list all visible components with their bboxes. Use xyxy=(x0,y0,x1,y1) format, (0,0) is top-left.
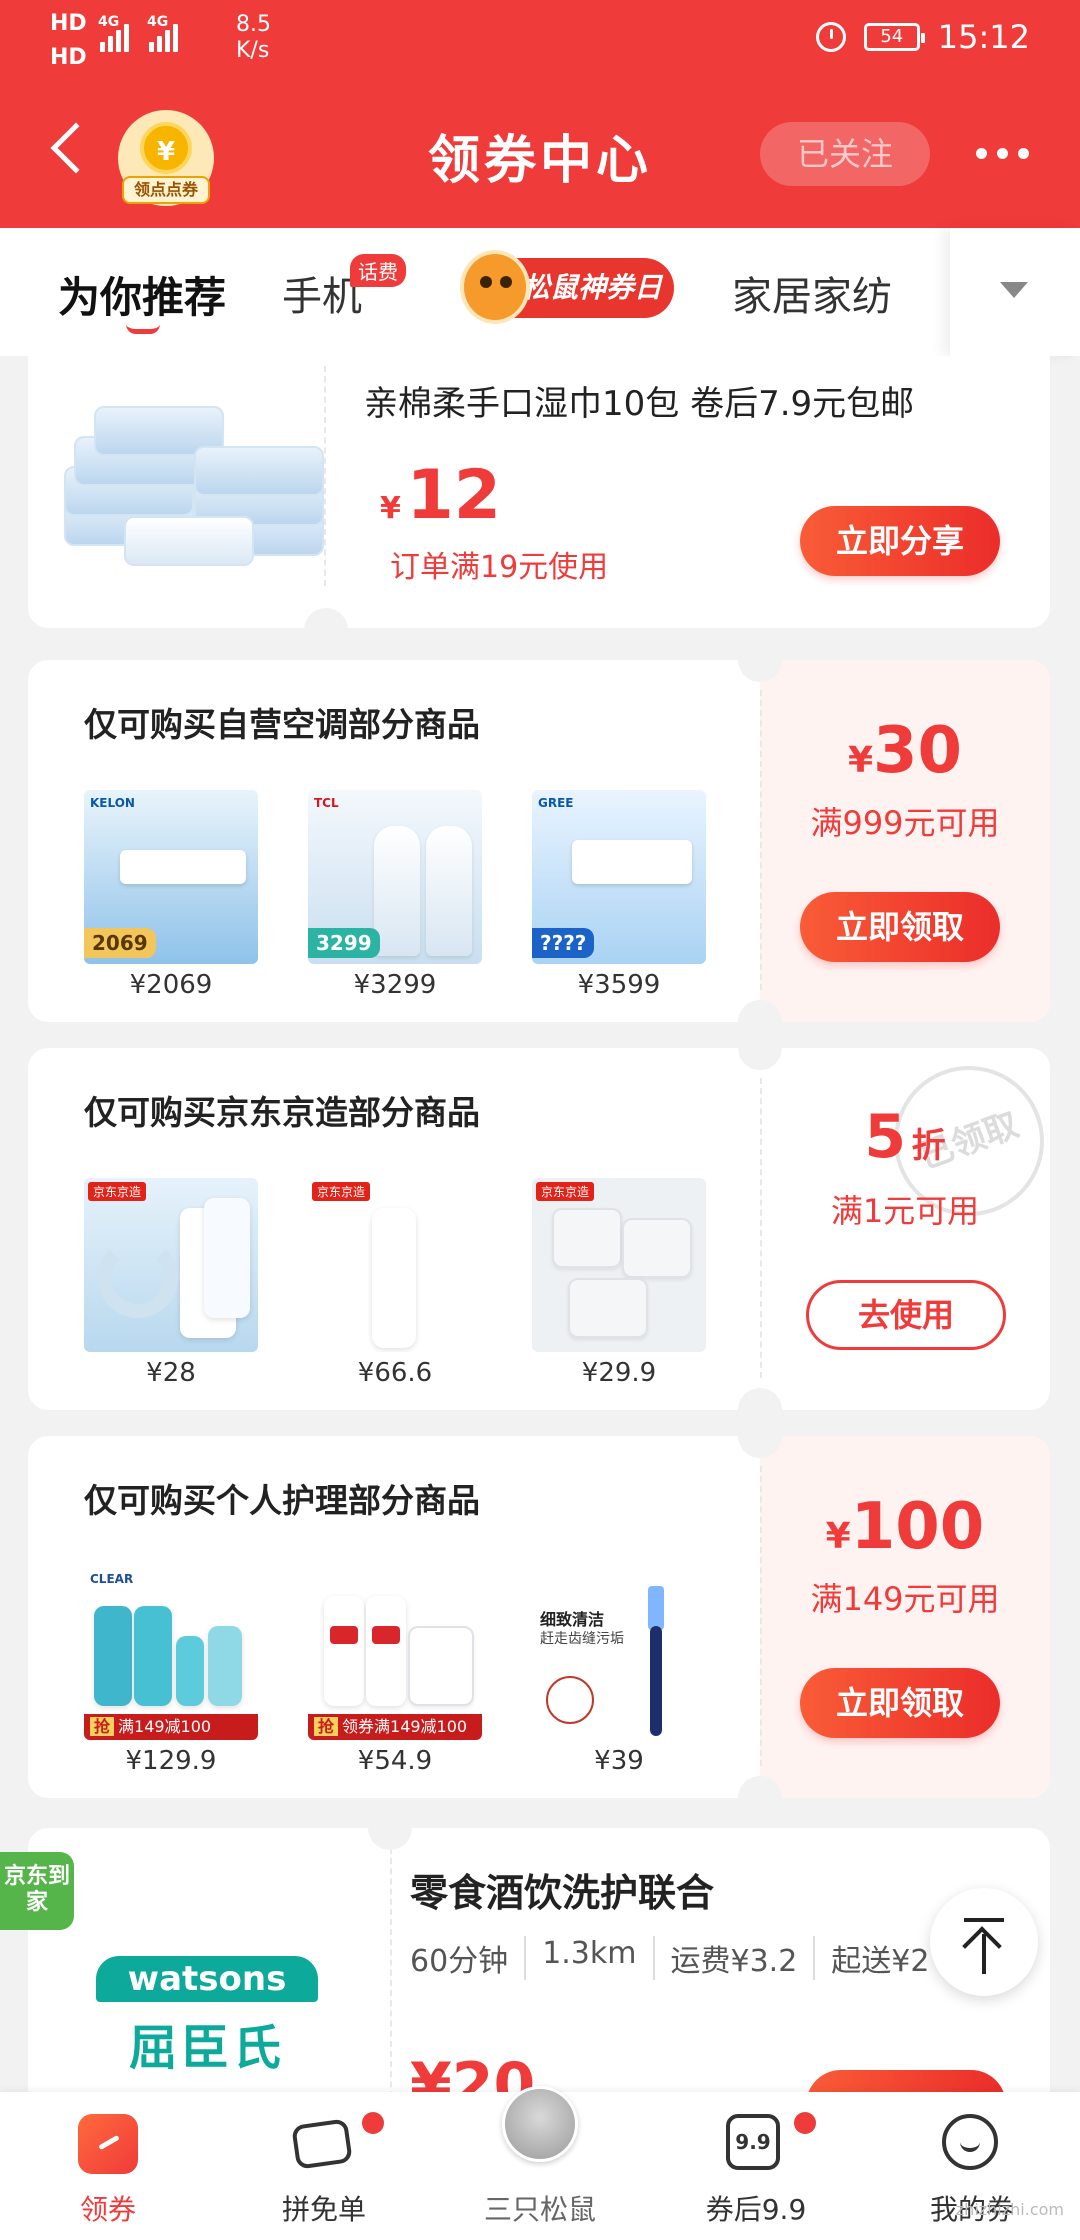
smile-icon xyxy=(942,2114,998,2170)
share-button[interactable]: 立即分享 xyxy=(800,506,1000,576)
product-image-wipes-box[interactable]: 京东京造 xyxy=(532,1178,706,1352)
product-price: ¥66.6 xyxy=(357,1358,433,1388)
hd-indicator: HD HD xyxy=(50,11,87,70)
product-image-lotion[interactable]: 京东京造 xyxy=(308,1178,482,1352)
nav-coupons[interactable]: 领券 xyxy=(0,2092,216,2240)
coupon-title: 仅可购买京东京造部分商品 xyxy=(84,1093,480,1132)
product-price: ¥28 xyxy=(146,1358,196,1388)
watsons-logo: watsons 屈臣氏 xyxy=(96,1956,318,2078)
nav-three-squirrels[interactable]: 三只松鼠 xyxy=(432,2086,648,2240)
clock: 15:12 xyxy=(937,18,1030,56)
product-price: ¥2069 xyxy=(129,970,213,1000)
chevron-down-icon[interactable] xyxy=(1000,282,1028,298)
category-tabs: 为你推荐 手机 话费 松鼠神券日 家居家纺 xyxy=(0,228,1080,356)
tab-squirrel-coupon-day[interactable]: 松鼠神券日 xyxy=(460,250,674,324)
notch xyxy=(738,1388,782,1410)
use-button[interactable]: 去使用 xyxy=(806,1280,1006,1350)
coupon-condition: 满149元可用 xyxy=(810,1580,1000,1618)
follow-button[interactable]: 已关注 xyxy=(760,122,930,186)
store-meta: 60分钟 1.3km 运费¥3.2 起送¥2 xyxy=(410,1936,961,1980)
signal-2-icon: 4G xyxy=(147,14,178,52)
divider xyxy=(390,1848,392,2128)
status-right: 54 15:12 xyxy=(815,18,1030,56)
claim-button[interactable]: 立即领取 xyxy=(800,892,1000,962)
status-bar: HD HD 4G 4G 8.5 K/s 54 15:12 xyxy=(0,0,1080,80)
divider xyxy=(760,690,762,990)
coupon-title: 亲棉柔手口湿巾10包 卷后7.9元包邮 xyxy=(364,384,915,424)
back-to-top-button[interactable] xyxy=(930,1888,1038,1996)
price-box-icon: 9.9 xyxy=(726,2114,780,2170)
nav-after-coupon-9-9[interactable]: 9.9 券后9.9 xyxy=(648,2092,864,2240)
product-price: ¥39 xyxy=(594,1746,644,1776)
product-price: ¥3299 xyxy=(353,970,437,1000)
signal-strength: 4G 4G xyxy=(98,14,178,52)
product-image-kelon-ac[interactable]: KELON 2069 xyxy=(84,790,258,964)
coupon-amount: ¥30 xyxy=(847,714,963,788)
product-price: ¥54.9 xyxy=(357,1746,433,1776)
signal-1-icon: 4G xyxy=(98,14,129,52)
product-image-clear-shampoo[interactable]: CLEAR 抢满149减100 xyxy=(84,1566,258,1740)
divider xyxy=(324,366,326,586)
battery-icon: 54 xyxy=(863,23,925,51)
coupon-icon xyxy=(78,2114,138,2174)
coupon-value-panel: ¥30 满999元可用 立即领取 xyxy=(760,660,1050,1022)
phone-bill-badge: 话费 xyxy=(350,254,406,287)
distance: 1.3km xyxy=(542,1936,655,1980)
product-image-tcl-ac[interactable]: TCL 3299 xyxy=(308,790,482,964)
coupon-condition: 满999元可用 xyxy=(810,804,1000,842)
divider xyxy=(760,1466,762,1766)
squirrel-icon xyxy=(460,250,530,324)
coupon-condition: 订单满19元使用 xyxy=(390,550,609,585)
product-price: ¥3599 xyxy=(577,970,661,1000)
delivery-time: 60分钟 xyxy=(410,1936,527,1980)
divider xyxy=(760,1078,762,1378)
notification-dot xyxy=(794,2112,816,2134)
tab-home-textile[interactable]: 家居家纺 xyxy=(732,264,892,322)
claim-button[interactable]: 立即领取 xyxy=(800,1668,1000,1738)
coupon-card-personal-care: 仅可购买个人护理部分商品 CLEAR 抢满149减100 ¥129.9 抢领券满… xyxy=(28,1436,1050,1798)
top-header: HD HD 4G 4G 8.5 K/s 54 15:12 ¥ 领点点券 领券中心… xyxy=(0,0,1080,228)
coupon-value-panel: ¥100 满149元可用 立即领取 xyxy=(760,1436,1050,1798)
coupon-amount: ¥100 xyxy=(825,1490,985,1564)
nav-bar: ¥ 领点点券 领券中心 已关注 xyxy=(0,100,1080,210)
coupon-discount: 5 折 xyxy=(864,1102,946,1172)
tab-recommend[interactable]: 为你推荐 xyxy=(58,264,226,325)
notch xyxy=(304,608,348,628)
coupon-card-ac: 仅可购买自营空调部分商品 KELON 2069 ¥2069 TCL 3299 ¥… xyxy=(28,660,1050,1022)
notch xyxy=(738,1048,782,1070)
coupon-title: 仅可购买自营空调部分商品 xyxy=(84,705,480,744)
product-image-toothbrush[interactable]: 细致清洁 赶走齿缝污垢 xyxy=(532,1566,706,1740)
jd-daojia-tag: 京东到家 xyxy=(0,1852,74,1930)
watermark: zhizhizhi.com xyxy=(955,2200,1064,2219)
bottom-nav: 领券 拼免单 三只松鼠 9.9 券后9.9 我的券 xyxy=(0,2086,1080,2240)
net-speed: 8.5 K/s xyxy=(236,12,271,63)
coupon-card-jd-jingzao: 仅可购买京东京造部分商品 京东京造 ¥28 京东京造 ¥66.6 京东京造 ¥2… xyxy=(28,1048,1050,1410)
coupon-condition: 满1元可用 xyxy=(830,1192,980,1230)
store-name: 零食酒饮洗护联合 xyxy=(410,1871,715,1915)
min-order: 起送¥2 xyxy=(831,1944,930,1979)
wipes-product-image[interactable] xyxy=(44,386,334,586)
notch xyxy=(368,1828,412,1850)
delivery-fee: 运费¥3.2 xyxy=(671,1936,816,1980)
alarm-icon xyxy=(815,22,846,52)
product-price: ¥129.9 xyxy=(125,1746,217,1776)
product-image-body-wash[interactable]: 抢领券满149减100 xyxy=(308,1566,482,1740)
more-icon[interactable] xyxy=(976,148,1029,159)
coupon-title: 仅可购买个人护理部分商品 xyxy=(84,1481,480,1520)
nav-free-group[interactable]: 拼免单 xyxy=(216,2092,432,2240)
notification-dot xyxy=(362,2112,384,2134)
squirrel-avatar-icon xyxy=(502,2086,578,2162)
product-image-drain-cleaner[interactable]: 京东京造 xyxy=(84,1178,258,1352)
ticket-icon xyxy=(291,2118,353,2170)
coupon-amount: ¥ 12 xyxy=(380,456,502,535)
product-price: ¥29.9 xyxy=(581,1358,657,1388)
active-tab-indicator xyxy=(126,324,160,334)
coupon-card-wipes: 亲棉柔手口湿巾10包 卷后7.9元包邮 ¥ 12 订单满19元使用 立即分享 xyxy=(28,356,1050,628)
product-image-gree-ac[interactable]: GREE ???? xyxy=(532,790,706,964)
